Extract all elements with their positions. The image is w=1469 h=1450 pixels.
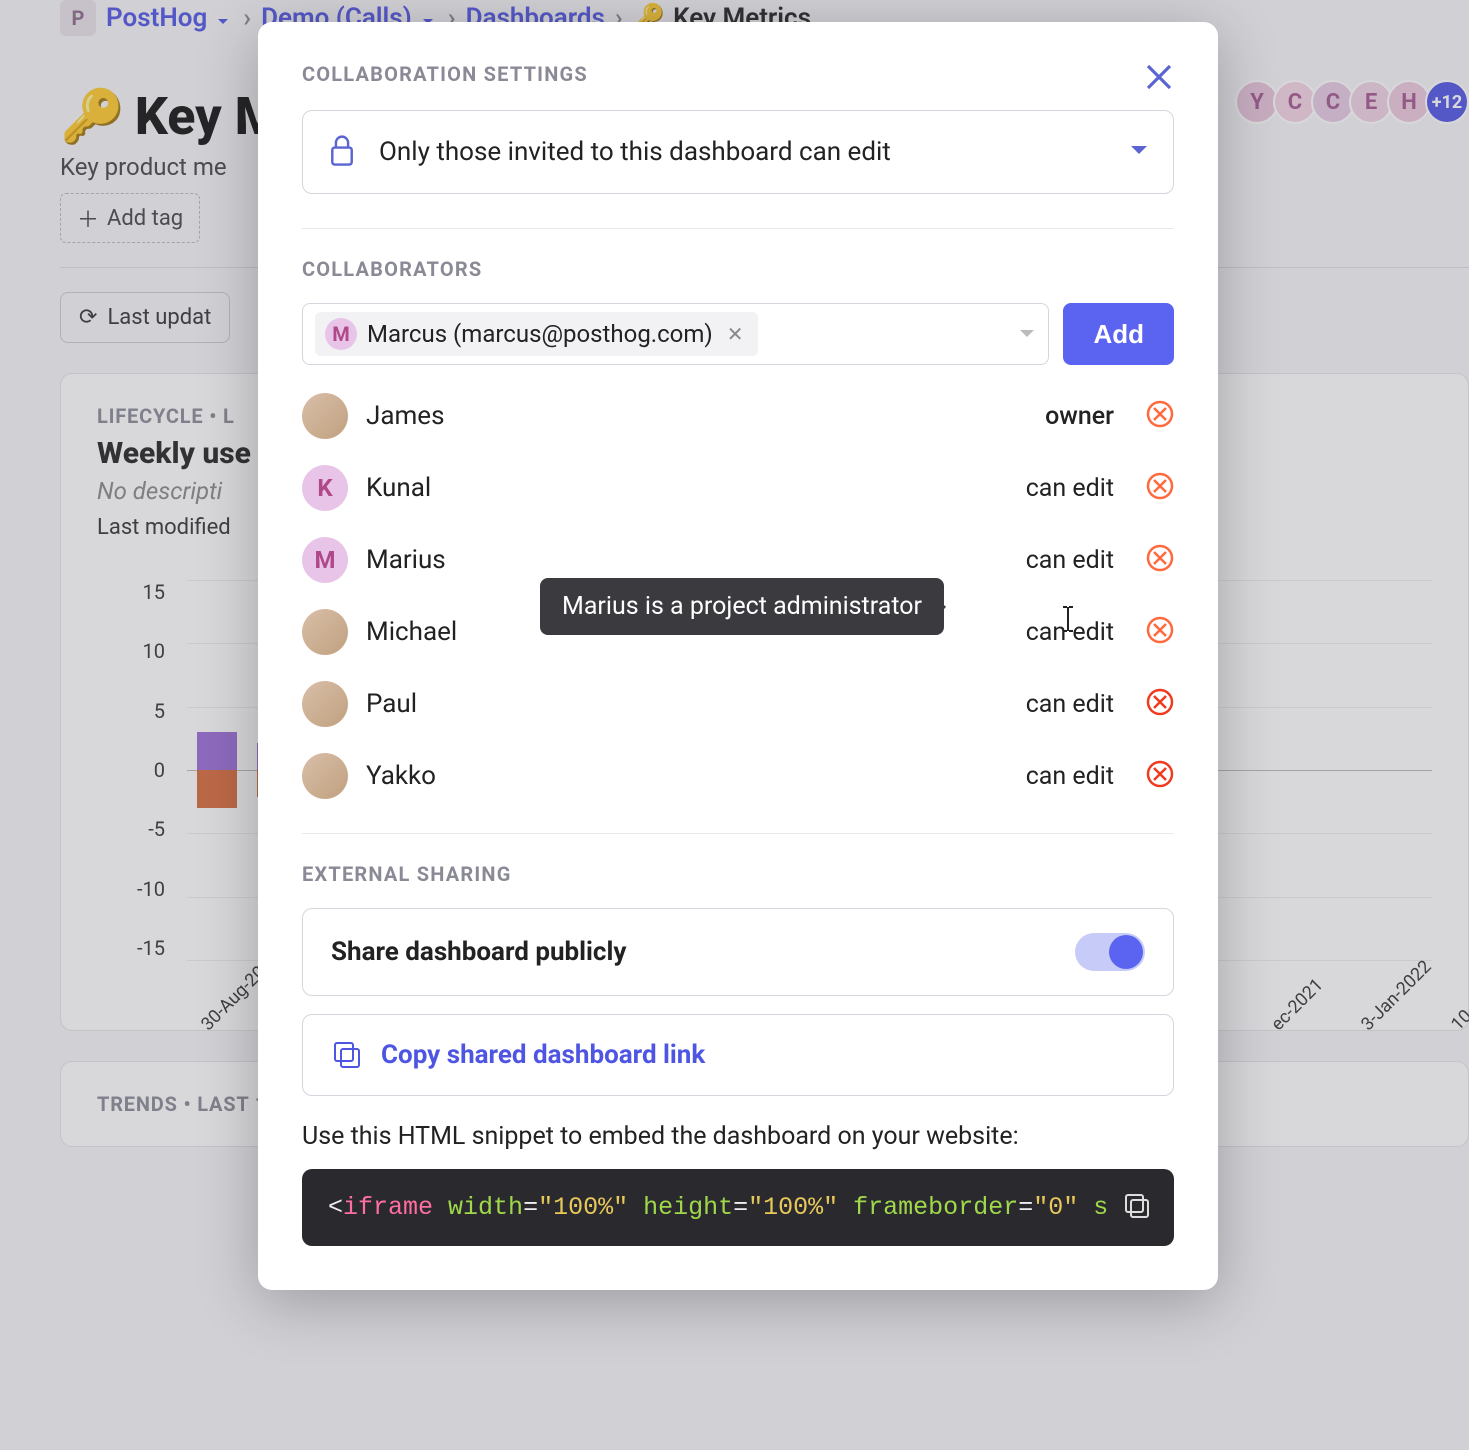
avatar	[302, 609, 348, 655]
section-label: Collaboration settings	[302, 62, 1174, 86]
avatar	[302, 681, 348, 727]
privacy-select[interactable]: Only those invited to this dashboard can…	[302, 110, 1174, 194]
tooltip: Marius is a project administrator	[540, 578, 944, 635]
chip-label: Marcus (marcus@posthog.com)	[367, 320, 713, 348]
collaboration-modal: Collaboration settings Only those invite…	[258, 22, 1218, 1290]
copy-code-icon[interactable]	[1122, 1191, 1152, 1229]
chevron-down-icon	[1129, 143, 1149, 162]
lock-icon	[327, 133, 357, 171]
input-chip: M Marcus (marcus@posthog.com) ✕	[315, 312, 758, 356]
remove-collaborator-icon[interactable]	[1146, 688, 1174, 720]
add-button[interactable]: Add	[1063, 303, 1174, 365]
collaborator-row: K Kunal can edit	[302, 465, 1174, 511]
remove-collaborator-icon[interactable]	[1146, 616, 1174, 648]
embed-code[interactable]: <iframe width="100%" height="100%" frame…	[302, 1169, 1174, 1246]
collaborator-role-dropdown[interactable]: can edit	[1026, 474, 1114, 503]
avatar: M	[302, 537, 348, 583]
collaborator-row: M Marius can edit	[302, 537, 1174, 583]
collaborator-name: Paul	[366, 689, 417, 719]
remove-collaborator-icon[interactable]	[1146, 472, 1174, 504]
collaborator-name: James	[366, 401, 445, 431]
avatar: M	[325, 318, 357, 350]
close-icon[interactable]	[1144, 62, 1174, 96]
section-label: External sharing	[302, 862, 1174, 886]
avatar: K	[302, 465, 348, 511]
text-cursor-icon	[1057, 604, 1079, 638]
collaborator-name: Kunal	[366, 473, 431, 503]
collaborator-role-dropdown[interactable]: can edit	[1026, 690, 1114, 719]
embed-description: Use this HTML snippet to embed the dashb…	[302, 1122, 1174, 1151]
avatar	[302, 753, 348, 799]
collaborator-row: Yakko can edit	[302, 753, 1174, 799]
avatar	[302, 393, 348, 439]
share-publicly-label: Share dashboard publicly	[331, 937, 626, 967]
privacy-label: Only those invited to this dashboard can…	[379, 137, 1107, 167]
remove-collaborator-icon[interactable]	[1146, 400, 1174, 432]
collaborator-row: James owner	[302, 393, 1174, 439]
section-label: Collaborators	[302, 257, 1174, 281]
share-publicly-row: Share dashboard publicly	[302, 908, 1174, 996]
collaborator-input[interactable]: M Marcus (marcus@posthog.com) ✕	[302, 303, 1049, 365]
chevron-down-icon	[1018, 325, 1036, 344]
collaborator-role: owner	[1045, 402, 1114, 431]
remove-collaborator-icon[interactable]	[1146, 760, 1174, 792]
collaborator-role-dropdown[interactable]: can edit	[1026, 546, 1114, 575]
copy-link-button[interactable]: Copy shared dashboard link	[302, 1014, 1174, 1096]
copy-icon	[331, 1039, 363, 1071]
remove-collaborator-icon[interactable]	[1146, 544, 1174, 576]
share-publicly-toggle[interactable]	[1075, 933, 1145, 971]
collaborator-row: Paul can edit	[302, 681, 1174, 727]
collaborator-name: Marius	[366, 545, 446, 575]
collaborator-name: Michael	[366, 617, 457, 647]
collaborator-role-dropdown[interactable]: can edit	[1026, 762, 1114, 791]
collaborator-name: Yakko	[366, 761, 436, 791]
remove-chip-icon[interactable]: ✕	[723, 322, 748, 346]
